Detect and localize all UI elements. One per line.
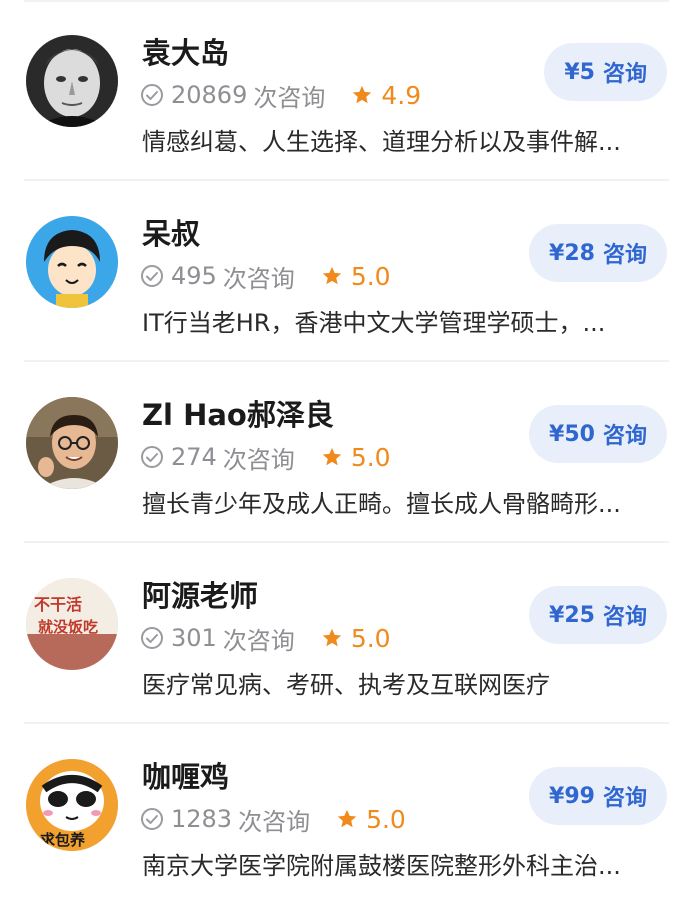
rating-value: 5.0 (350, 261, 391, 291)
consult-count: 274 (171, 443, 217, 471)
consult-count: 301 (171, 624, 217, 652)
consult-label: 咨询 (602, 243, 647, 268)
consultant-name: 呆叔 (142, 217, 201, 251)
check-circle-icon (140, 83, 164, 107)
star-icon (321, 446, 343, 468)
list-item[interactable]: Zl Hao郝泽良 274 次咨询 5.0 擅长青少年及成人正畸。擅长成人骨骼畸… (0, 362, 693, 543)
consultant-description: IT行当老HR，香港中文大学管理学硕士，... (142, 309, 606, 337)
check-circle-icon (140, 264, 164, 288)
consultant-description: 医疗常见病、考研、执考及互联网医疗 (142, 671, 550, 699)
consult-count-unit: 次咨询 (222, 626, 295, 655)
consult-button[interactable]: ¥25 咨询 (529, 586, 667, 644)
consult-price: ¥99 (549, 783, 595, 809)
consult-button[interactable]: ¥5 咨询 (544, 43, 667, 101)
consult-count-unit: 次咨询 (222, 445, 295, 474)
avatar[interactable] (26, 216, 118, 308)
consult-price: ¥50 (549, 421, 595, 447)
check-circle-icon (140, 626, 164, 650)
star-icon (336, 808, 358, 830)
consult-count-unit: 次咨询 (238, 807, 311, 836)
star-icon (321, 265, 343, 287)
consult-stats: 20869 次咨询 4.9 (140, 78, 421, 112)
consult-label: 咨询 (602, 605, 647, 630)
check-circle-icon (140, 445, 164, 469)
consult-button[interactable]: ¥28 咨询 (529, 224, 667, 282)
consult-label: 咨询 (602, 424, 647, 449)
consultant-name: 咖喱鸡 (142, 760, 230, 794)
list-item[interactable]: 不干活 就没饭吃 阿源老师 301 次咨询 5.0 医疗常见病、考研、执考及互联… (0, 543, 693, 724)
avatar[interactable]: 求包养 (26, 759, 118, 851)
avatar[interactable] (26, 35, 118, 127)
list-item[interactable]: 求包养 咖喱鸡 1283 次咨询 5.0 南京大学医学院附属鼓楼医院整形外科主治… (0, 724, 693, 905)
consultant-description: 擅长青少年及成人正畸。擅长成人骨骼畸形... (142, 490, 621, 518)
consult-label: 咨询 (602, 62, 647, 87)
consult-count: 1283 (171, 805, 233, 833)
list-item[interactable]: 袁大岛 20869 次咨询 4.9 情感纠葛、人生选择、道理分析以及事件解...… (0, 0, 693, 181)
consult-stats: 1283 次咨询 5.0 (140, 802, 406, 836)
rating-value: 4.9 (381, 80, 422, 110)
consult-count-unit: 次咨询 (222, 264, 295, 293)
consult-price: ¥25 (549, 602, 595, 628)
consult-label: 咨询 (602, 786, 647, 811)
rating-value: 5.0 (350, 623, 391, 653)
consultant-description: 南京大学医学院附属鼓楼医院整形外科主治... (142, 852, 621, 880)
consultant-description: 情感纠葛、人生选择、道理分析以及事件解... (142, 128, 621, 156)
list-item[interactable]: 呆叔 495 次咨询 5.0 IT行当老HR，香港中文大学管理学硕士，... ¥… (0, 181, 693, 362)
avatar-sign-line-1: 不干活 (34, 595, 82, 614)
rating-value: 5.0 (366, 804, 406, 834)
consult-price: ¥28 (549, 240, 595, 266)
consult-stats: 495 次咨询 5.0 (140, 259, 391, 293)
consult-button[interactable]: ¥50 咨询 (529, 405, 667, 463)
star-icon (321, 627, 343, 649)
consult-count: 20869 (171, 81, 248, 109)
consult-price: ¥5 (564, 59, 595, 85)
consultant-name: 袁大岛 (142, 36, 230, 70)
avatar-sign-line-2: 就没饭吃 (38, 618, 98, 636)
rating-value: 5.0 (350, 442, 391, 472)
consultant-name: 阿源老师 (142, 579, 259, 613)
consult-stats: 274 次咨询 5.0 (140, 440, 391, 474)
consult-button[interactable]: ¥99 咨询 (529, 767, 667, 825)
star-icon (351, 84, 373, 106)
consult-stats: 301 次咨询 5.0 (140, 621, 391, 655)
consultant-name: Zl Hao郝泽良 (142, 398, 334, 432)
avatar-sticker-text: 求包养 (40, 831, 86, 849)
consult-count: 495 (171, 262, 217, 290)
avatar[interactable] (26, 397, 118, 489)
avatar[interactable]: 不干活 就没饭吃 (26, 578, 118, 670)
consult-count-unit: 次咨询 (253, 83, 326, 112)
check-circle-icon (140, 807, 164, 831)
